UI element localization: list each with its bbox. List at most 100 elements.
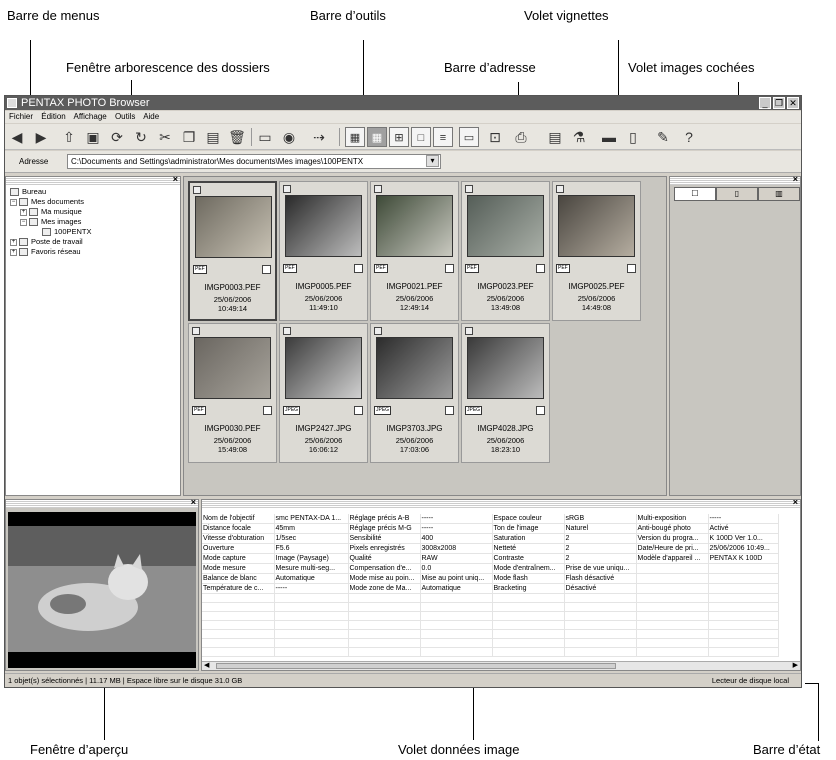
pane-grip[interactable]: × [202,500,800,508]
details-view-icon[interactable]: ▭ [459,127,479,147]
scroll-right-icon[interactable]: ▶ [793,662,798,670]
empty-cell [636,602,709,612]
tree-item-desktop[interactable]: Bureau [10,187,46,197]
thumbnail-checkbox[interactable] [536,264,545,273]
empty-cell [636,593,709,603]
pane-grip[interactable]: × [6,174,180,185]
close-icon[interactable]: × [173,174,178,184]
thumbnail-time: 13:49:08 [490,303,521,312]
collapse-icon[interactable]: − [10,198,17,206]
thumbnail-item[interactable]: JPEG IMGP4028.JPG 25/06/2006 18:23:10 [461,323,550,463]
menu-bar: Fichier Édition Affichage Outils Aide [5,111,801,123]
print-icon[interactable]: ⎙ [511,127,531,147]
rotate-icon[interactable]: ↻ [131,127,151,147]
empty-cell [492,620,565,630]
refresh-icon[interactable]: ⟳ [107,127,127,147]
scroll-left-icon[interactable]: ◀ [204,662,209,670]
thumbnail-item[interactable]: PEF IMGP0003.PEF 25/06/2006 10:49:14 [188,181,277,321]
send-icon[interactable]: ⇢ [309,127,329,147]
pane-grip[interactable]: × [6,497,198,508]
move-icon[interactable]: ▣ [83,127,103,147]
slideshow-icon[interactable]: ▭ [255,127,275,147]
tab-checked-list[interactable]: ☐ [674,187,716,201]
chevron-down-icon[interactable]: ▾ [426,155,439,167]
thumbnail-checkbox[interactable] [627,264,636,273]
view-icon[interactable]: ◉ [279,127,299,147]
thumbnail-item[interactable]: PEF IMGP0025.PEF 25/06/2006 14:49:08 [552,181,641,321]
menu-tools[interactable]: Outils [115,112,135,121]
folder-tree-callout: Fenêtre arborescence des dossiers [66,60,270,75]
delete-icon[interactable]: 🗑 [227,127,247,147]
lab-icon[interactable]: ⚗ [569,127,589,147]
save-icon[interactable]: ▬ [599,127,619,147]
empty-cell [348,611,421,621]
menu-edit[interactable]: Édition [41,112,65,121]
data-label: Anti-bougé photo [636,523,709,534]
settings-icon[interactable]: ✎ [653,127,673,147]
collapse-icon[interactable]: − [20,218,27,226]
data-label: Saturation [492,533,565,544]
close-icon[interactable]: × [793,174,798,184]
grid-small-icon[interactable]: ▦ [345,127,365,147]
close-icon[interactable]: × [793,500,798,507]
tree-item-my-pictures[interactable]: − Mes images [20,217,81,227]
thumbnail-checkbox[interactable] [445,264,454,273]
close-icon[interactable]: × [191,497,196,507]
thumbnail-item[interactable]: PEF IMGP0005.PEF 25/06/2006 11:49:10 [279,181,368,321]
expand-icon[interactable]: + [10,248,17,256]
folder-up-icon[interactable]: ⇧ [59,127,79,147]
scroll-thumb[interactable] [216,663,616,669]
export-icon[interactable]: ▯ [623,127,643,147]
thumbnail-item[interactable]: PEF IMGP0023.PEF 25/06/2006 13:49:08 [461,181,550,321]
expand-icon[interactable]: + [10,238,17,246]
image-edit-icon[interactable]: ⊡ [485,127,505,147]
expand-icon[interactable]: + [20,208,27,216]
single-view-icon[interactable]: □ [411,127,431,147]
thumbnail-checkbox[interactable] [263,406,272,415]
folder-icon [19,198,28,207]
properties-icon[interactable]: ▤ [545,127,565,147]
pane-grip[interactable]: × [670,174,800,185]
grid-large-icon[interactable]: ⊞ [389,127,409,147]
tab-checked-print[interactable]: ▥ [758,187,800,201]
tree-item-network[interactable]: + Favoris réseau [10,247,81,257]
menu-view[interactable]: Affichage [74,112,107,121]
menu-help[interactable]: Aide [143,112,159,121]
address-input[interactable]: C:\Documents and Settings\administrator\… [67,154,441,169]
empty-cell [348,593,421,603]
data-label: Mode flash [492,573,565,584]
menu-file[interactable]: Fichier [9,112,33,121]
thumbnail-checkbox[interactable] [445,406,454,415]
data-label: Mode d'entraînem... [492,563,565,574]
thumbnail-checkbox[interactable] [262,265,271,274]
minimize-button[interactable]: _ [759,97,771,109]
back-icon[interactable]: ◀ [7,127,27,147]
thumbnail-item[interactable]: PEF IMGP0021.PEF 25/06/2006 12:49:14 [370,181,459,321]
paste-icon[interactable]: ▤ [203,127,223,147]
data-label: Température de c... [202,583,275,594]
format-badge: JPEG [465,406,483,415]
thumbnail-item[interactable]: PEF IMGP0030.PEF 25/06/2006 15:49:08 [188,323,277,463]
tree-item-100pentx[interactable]: 100PENTX [42,227,92,237]
empty-cell [348,602,421,612]
tab-checked-edit[interactable]: ▯ [716,187,758,201]
horizontal-scrollbar[interactable]: ◀ ▶ [202,661,800,670]
thumbnail-checkbox[interactable] [354,264,363,273]
thumbnail-item[interactable]: JPEG IMGP2427.JPG 25/06/2006 16:06:12 [279,323,368,463]
list-view-icon[interactable]: ≡ [433,127,453,147]
thumbnail-checkbox[interactable] [536,406,545,415]
thumbnail-image [376,195,453,257]
thumbnail-image [285,337,362,399]
copy-icon[interactable]: ❐ [179,127,199,147]
thumbnail-item[interactable]: JPEG IMGP3703.JPG 25/06/2006 17:03:06 [370,323,459,463]
restore-button[interactable]: ❐ [773,97,785,109]
close-button[interactable]: ✕ [787,97,799,109]
help-icon[interactable]: ? [679,127,699,147]
cut-icon[interactable]: ✂ [155,127,175,147]
tree-item-my-music[interactable]: + Ma musique [20,207,82,217]
grid-medium-icon[interactable]: ▦ [367,127,387,147]
thumbnail-checkbox[interactable] [354,406,363,415]
forward-icon[interactable]: ▶ [31,127,51,147]
tree-item-my-computer[interactable]: + Poste de travail [10,237,83,247]
tree-item-my-documents[interactable]: − Mes documents [10,197,84,207]
